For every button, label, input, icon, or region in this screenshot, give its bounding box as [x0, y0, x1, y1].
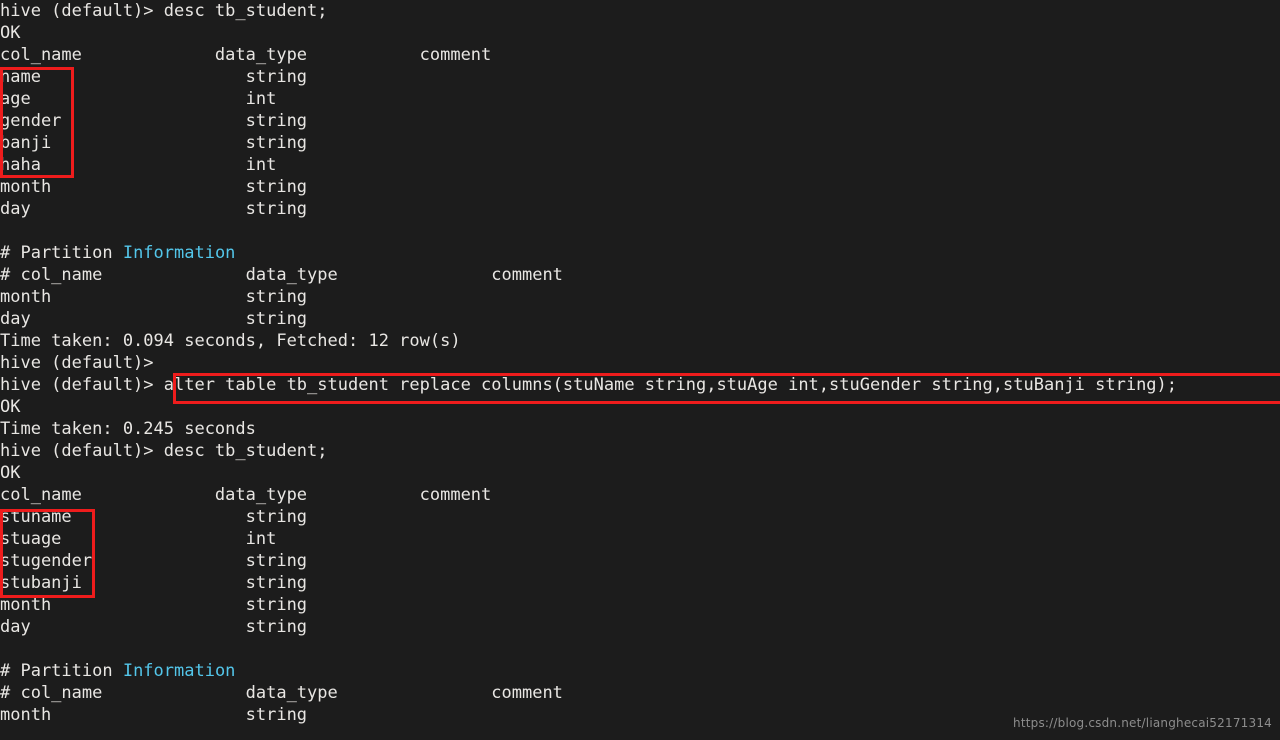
terminal-line-text: # col_name data_type comment: [0, 265, 563, 285]
terminal-line: # Partition Information: [0, 660, 1280, 682]
terminal-line: name string: [0, 66, 1280, 88]
terminal-line: month string: [0, 286, 1280, 308]
terminal-line-text: stuage int: [0, 529, 277, 549]
terminal-line-text: Time taken: 0.245 seconds: [0, 419, 256, 439]
terminal-line: hive (default)> desc tb_student;: [0, 0, 1280, 22]
terminal-line: month string: [0, 594, 1280, 616]
terminal-line: stubanji string: [0, 572, 1280, 594]
terminal-line-text: Time taken: 0.094 seconds, Fetched: 12 r…: [0, 331, 461, 351]
terminal-line-text: hive (default)> desc tb_student;: [0, 1, 328, 21]
terminal-line: age int: [0, 88, 1280, 110]
terminal-line: gender string: [0, 110, 1280, 132]
terminal-line: OK: [0, 462, 1280, 484]
terminal-line-text: OK: [0, 397, 21, 417]
terminal-line-text: banji string: [0, 133, 308, 153]
terminal-line-text: stugender string: [0, 551, 308, 571]
terminal-line-text: month string: [0, 595, 308, 615]
terminal-line-text: hive (default)> alter table tb_student r…: [0, 375, 1178, 395]
terminal-line-text: day string: [0, 199, 308, 219]
terminal-line-text: day string: [0, 309, 308, 329]
terminal-line: stugender string: [0, 550, 1280, 572]
terminal-line-text: # col_name data_type comment: [0, 683, 563, 703]
terminal-line-text: # Partition: [0, 243, 123, 263]
terminal-line: month string: [0, 176, 1280, 198]
terminal-line: haha int: [0, 154, 1280, 176]
terminal-line-text: day string: [0, 617, 308, 637]
terminal-line: stuname string: [0, 506, 1280, 528]
terminal-line-text: OK: [0, 463, 21, 483]
terminal-line-text: stuname string: [0, 507, 308, 527]
terminal-line: Time taken: 0.094 seconds, Fetched: 12 r…: [0, 330, 1280, 352]
terminal-line-text: col_name data_type comment: [0, 45, 492, 65]
terminal-line: # Partition Information: [0, 242, 1280, 264]
terminal-line-text: hive (default)> desc tb_student;: [0, 441, 328, 461]
terminal-line: hive (default)>: [0, 352, 1280, 374]
terminal-line: hive (default)> desc tb_student;: [0, 440, 1280, 462]
terminal-line-text: haha int: [0, 155, 277, 175]
terminal-line: col_name data_type comment: [0, 44, 1280, 66]
terminal-line: hive (default)> alter table tb_student r…: [0, 374, 1280, 396]
terminal-line: day string: [0, 616, 1280, 638]
terminal-line-text: hive (default)>: [0, 353, 154, 373]
terminal-line-text: stubanji string: [0, 573, 308, 593]
terminal-line-keyword: Information: [122, 243, 236, 263]
terminal-line: Time taken: 0.245 seconds: [0, 418, 1280, 440]
terminal-line-text: month string: [0, 287, 308, 307]
watermark-url: https://blog.csdn.net/lianghecai52171314: [1013, 716, 1272, 730]
terminal-line-text: month string: [0, 705, 308, 725]
terminal-line-text: age int: [0, 89, 277, 109]
terminal-line-text: # Partition: [0, 661, 123, 681]
terminal-line: day string: [0, 198, 1280, 220]
terminal-window[interactable]: hive (default)> desc tb_student; OK col_na…: [0, 0, 1280, 740]
terminal-line: OK: [0, 396, 1280, 418]
terminal-line-text: OK: [0, 23, 21, 43]
terminal-line-text: month string: [0, 177, 308, 197]
terminal-line: banji string: [0, 132, 1280, 154]
terminal-line-text: name string: [0, 67, 308, 87]
terminal-line: # col_name data_type comment: [0, 682, 1280, 704]
terminal-line: # col_name data_type comment: [0, 264, 1280, 286]
terminal-line: stuage int: [0, 528, 1280, 550]
terminal-line: OK: [0, 22, 1280, 44]
terminal-line: day string: [0, 308, 1280, 330]
terminal-line-keyword: Information: [122, 661, 236, 681]
terminal-screen: hive (default)> desc tb_student; OK col_na…: [0, 0, 1280, 726]
terminal-line: col_name data_type comment: [0, 484, 1280, 506]
terminal-line-text: gender string: [0, 111, 308, 131]
terminal-line-text: col_name data_type comment: [0, 485, 492, 505]
